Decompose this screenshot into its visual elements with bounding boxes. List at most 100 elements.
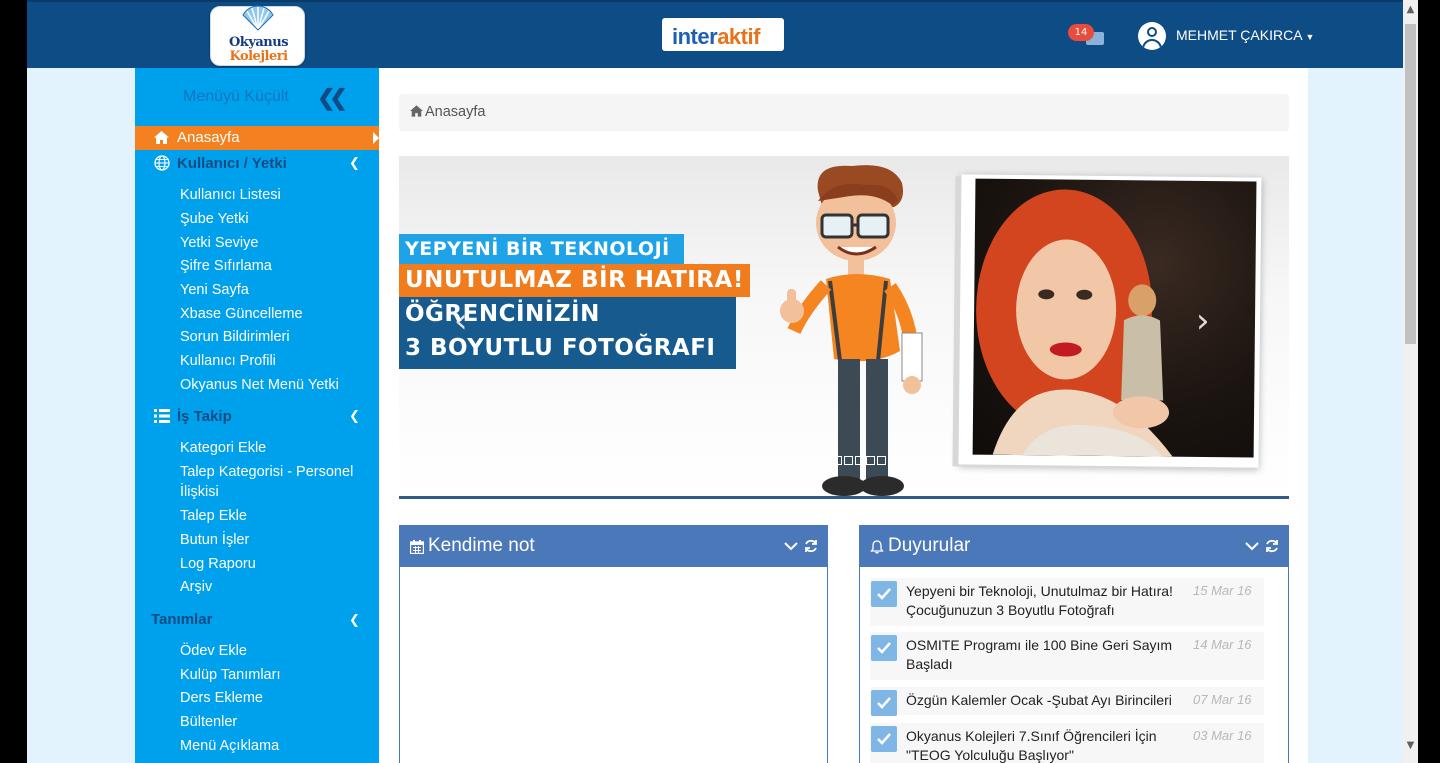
breadcrumb-home-link[interactable]: Anasayfa xyxy=(425,104,485,120)
chevron-down-icon[interactable] xyxy=(783,538,799,554)
sidebar-item[interactable]: Kategori Ekle xyxy=(180,440,266,456)
student-illustration xyxy=(780,165,923,496)
sidebar-item[interactable]: Şifre Sıfırlama xyxy=(180,258,272,274)
news-item[interactable]: Özgün Kalemler Ocak -Şubat Ayı Birincile… xyxy=(870,687,1264,716)
news-panel-header: Duyurular xyxy=(860,526,1288,567)
home-icon xyxy=(154,131,169,144)
carousel-dot[interactable] xyxy=(866,456,875,465)
sidebar-item[interactable]: Talep Kategorisi - Personel xyxy=(180,464,353,480)
sidebar: Menüyü Küçült ❮❮ Anasayfa Kullanıcı / Ye… xyxy=(135,68,379,763)
right-gutter xyxy=(1308,68,1403,763)
news-panel-title: Duyurular xyxy=(888,535,971,556)
chevron-left-icon: ❮ xyxy=(349,156,360,171)
sidebar-item[interactable]: Kulüp Tanımları xyxy=(180,667,280,683)
carousel-next-button[interactable]: › xyxy=(1196,301,1210,341)
banner-line-2: UNUTULMAZ BİR HATIRA! xyxy=(399,264,750,297)
carousel-prev-button[interactable]: ‹ xyxy=(454,301,468,341)
okyanus-logo[interactable]: Okyanus Kolejleri xyxy=(210,5,305,66)
note-panel: Kendime not xyxy=(399,525,828,763)
scrollbar-thumb[interactable] xyxy=(1405,24,1416,344)
double-chevron-left-icon: ❮❮ xyxy=(317,85,348,110)
sidebar-item[interactable]: Yetki Seviye xyxy=(180,235,258,251)
carousel-dot[interactable] xyxy=(844,456,853,465)
refresh-icon[interactable] xyxy=(1264,538,1280,554)
chevron-down-icon: ▼ xyxy=(1305,32,1315,42)
right-frame xyxy=(1418,0,1440,763)
calendar-icon xyxy=(410,540,424,554)
bell-icon xyxy=(870,540,884,554)
carousel-dot[interactable] xyxy=(822,456,831,465)
sidebar-item[interactable]: Yeni Sayfa xyxy=(180,282,249,298)
sidebar-item[interactable]: Menü Açıklama xyxy=(180,738,279,754)
carousel-dot[interactable] xyxy=(855,456,864,465)
note-panel-header: Kendime not xyxy=(400,526,827,567)
user-menu[interactable]: MEHMET ÇAKIRCA ▼ xyxy=(1176,27,1314,43)
scroll-down-icon[interactable]: ▼ xyxy=(1403,738,1418,754)
carousel-indicators[interactable] xyxy=(721,456,897,466)
sidebar-item-label: Anasayfa xyxy=(177,129,240,146)
globe-icon xyxy=(154,155,170,171)
collapse-menu-button[interactable]: Menüyü Küçült ❮❮ xyxy=(183,85,348,110)
sidebar-group-title: İş Takip xyxy=(177,408,232,425)
news-item-text: Yepyeni bir Teknoloji, Unutulmaz bir Hat… xyxy=(906,583,1173,618)
user-avatar[interactable] xyxy=(1138,22,1166,50)
news-item-date: 15 Mar 16 xyxy=(1193,583,1252,598)
checkmark-icon xyxy=(871,635,897,661)
sidebar-item[interactable]: Okyanus Net Menü Yetki xyxy=(180,377,339,393)
left-gutter xyxy=(27,68,135,763)
home-icon xyxy=(410,105,423,117)
interaktif-logo-text: interaktif xyxy=(672,24,760,49)
sidebar-item[interactable]: Kullanıcı Listesi xyxy=(180,187,281,203)
sidebar-item[interactable]: Talep Ekle xyxy=(180,508,247,524)
news-item[interactable]: Okyanus Kolejleri 7.Sınıf Öğrencileri İç… xyxy=(870,723,1264,763)
banner-line-3: ÖĞRENCİNİZİN xyxy=(399,297,736,332)
breadcrumb: Anasayfa xyxy=(399,94,1289,131)
news-item-date: 07 Mar 16 xyxy=(1193,692,1252,707)
brand-line-1: Okyanus xyxy=(228,35,289,50)
sidebar-item[interactable]: Kullanıcı Profili xyxy=(180,353,276,369)
sidebar-item[interactable]: Sorun Bildirimleri xyxy=(180,329,290,345)
sidebar-item[interactable]: Log Raporu xyxy=(180,556,256,572)
banner-line-4: 3 BOYUTLU FOTOĞRAFI xyxy=(399,332,736,369)
list-icon xyxy=(154,409,170,423)
sidebar-group-title: Kullanıcı / Yetki xyxy=(177,155,287,172)
chevron-left-icon: ❮ xyxy=(349,613,360,628)
scroll-up-icon[interactable]: ▲ xyxy=(1403,2,1418,18)
sidebar-item[interactable]: Xbase Güncelleme xyxy=(180,306,303,322)
image-carousel[interactable]: YEPYENİ BİR TEKNOLOJİ UNUTULMAZ BİR HATI… xyxy=(399,156,1289,499)
sidebar-item[interactable]: İlişkisi xyxy=(180,484,219,500)
photo-frame xyxy=(958,174,1262,468)
news-item-text: Özgün Kalemler Ocak -Şubat Ayı Birincile… xyxy=(906,692,1172,708)
collapse-menu-label: Menüyü Küçült xyxy=(183,88,289,105)
interaktif-logo[interactable]: interaktif xyxy=(662,18,784,51)
sidebar-item[interactable]: Ders Ekleme xyxy=(180,690,263,706)
chevron-down-icon[interactable] xyxy=(1244,538,1260,554)
checkmark-icon xyxy=(871,581,897,607)
sidebar-item[interactable]: Bültenler xyxy=(180,714,237,730)
sidebar-item-anasayfa[interactable]: Anasayfa xyxy=(135,126,379,150)
checkmark-icon xyxy=(871,726,897,752)
carousel-dot[interactable] xyxy=(721,456,730,465)
carousel-dot[interactable] xyxy=(877,456,886,465)
brand-line-2: Kolejleri xyxy=(229,49,288,64)
refresh-icon[interactable] xyxy=(803,538,819,554)
logo-fan-icon xyxy=(242,5,274,31)
page-scrollbar[interactable]: ▲ ▼ xyxy=(1403,0,1418,763)
news-panel: Duyurular Yepyeni bir Teknoloji, Unutulm… xyxy=(859,525,1289,763)
note-panel-title: Kendime not xyxy=(428,535,535,556)
sidebar-group-title: Tanımlar xyxy=(151,611,213,628)
sidebar-item[interactable]: Butun İşler xyxy=(180,532,249,548)
sidebar-item[interactable]: Ödev Ekle xyxy=(180,643,247,659)
news-item-text: OSMITE Programı ile 100 Bine Geri Sayım … xyxy=(906,637,1173,672)
sidebar-item[interactable]: Arşiv xyxy=(180,579,212,595)
messages-button[interactable]: 14 xyxy=(1068,24,1104,46)
carousel-dot[interactable] xyxy=(888,456,897,465)
news-item-text: Okyanus Kolejleri 7.Sınıf Öğrencileri İç… xyxy=(906,728,1157,763)
carousel-dot[interactable] xyxy=(833,456,842,465)
news-item[interactable]: OSMITE Programı ile 100 Bine Geri Sayım … xyxy=(870,632,1264,680)
portrait-photo xyxy=(972,178,1257,458)
news-item-date: 14 Mar 16 xyxy=(1193,637,1252,652)
news-item[interactable]: Yepyeni bir Teknoloji, Unutulmaz bir Hat… xyxy=(870,578,1264,626)
message-count-badge: 14 xyxy=(1068,24,1094,41)
sidebar-item[interactable]: Şube Yetki xyxy=(180,211,249,227)
